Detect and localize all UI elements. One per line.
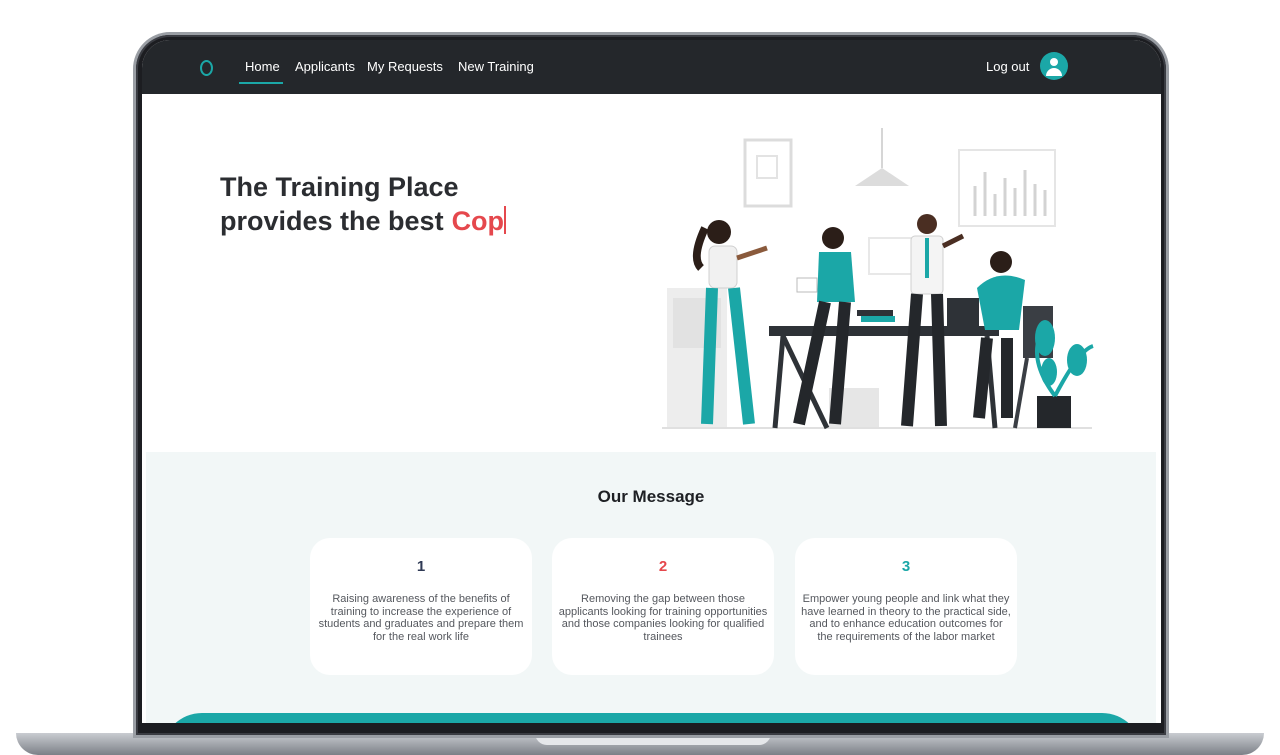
next-section-band [162,713,1142,723]
nav-home[interactable]: Home [245,59,280,74]
nav-new-training[interactable]: New Training [458,59,534,74]
hero-title: The Training Place provides the best Cop [220,170,507,238]
card-number: 1 [416,558,426,575]
card-number: 2 [658,558,668,575]
nav-active-indicator [239,82,283,84]
typed-word: Cop [451,206,505,236]
card-text: Removing the gap between those applicant… [558,593,768,643]
section-title: Our Message [597,487,705,506]
message-card-1: 1 Raising awareness of the benefits of t… [310,538,532,675]
nav-my-requests[interactable]: My Requests [367,59,443,74]
typing-caret [504,206,507,234]
logout-link[interactable]: Log out [986,59,1029,74]
hero-line-1: The Training Place [220,172,459,202]
ring-logo-icon[interactable] [200,60,213,76]
card-number: 3 [901,558,911,575]
card-text: Empower young people and link what they … [801,593,1011,643]
navbar: Home Applicants My Requests New Training… [142,40,1161,94]
card-text: Raising awareness of the benefits of tra… [318,593,524,643]
hero-line-2-text: provides the best [220,206,444,236]
our-message-section: Our Message 1 Raising awareness of the b… [146,452,1156,723]
user-avatar-icon[interactable] [1040,52,1068,80]
message-card-2: 2 Removing the gap between those applica… [552,538,774,675]
hero-line-2: provides the best Cop [220,204,507,238]
message-card-3: 3 Empower young people and link what the… [795,538,1017,675]
office-team-illustration [662,128,1094,430]
app-screen: Home Applicants My Requests New Training… [142,40,1161,723]
nav-applicants[interactable]: Applicants [295,59,355,74]
